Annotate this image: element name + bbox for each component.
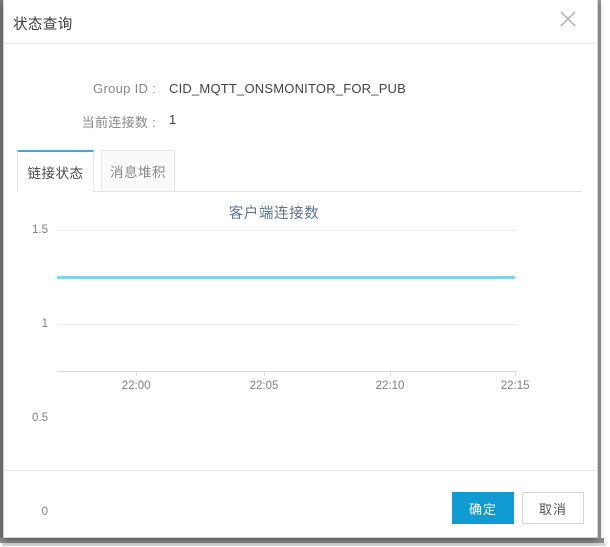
footer-divider: [4, 470, 597, 471]
x-axis-tick-mark: [136, 371, 138, 376]
x-axis-line: 0: [42, 371, 517, 518]
x-axis-tick-label: 22:00: [121, 380, 151, 392]
info-row-group-id: Group ID : CID_MQTT_ONSMONITOR_FOR_PUB: [4, 81, 597, 103]
tab-connection-status[interactable]: 链接状态: [17, 150, 94, 192]
x-axis-tick-label: 22:10: [375, 380, 405, 392]
dialog-header: 状态查询: [4, 0, 597, 44]
connection-count-label: 当前连接数 :: [81, 115, 156, 130]
x-axis-tick-mark: [264, 371, 265, 376]
y-axis-tick-label: 0: [41, 506, 48, 518]
tab-bar: 链接状态 消息堆积: [17, 150, 582, 192]
gridline: 1.5: [32, 224, 517, 236]
connection-count-value: 1: [169, 112, 177, 127]
x-axis-tick-mark: [390, 371, 392, 376]
close-icon[interactable]: [553, 4, 583, 34]
y-axis-tick-label: 0.5: [32, 412, 48, 424]
status-query-dialog: 状态查询 Group ID : CID_MQTT_ONSMONITOR_FOR_…: [3, 0, 598, 538]
confirm-button[interactable]: 确定: [452, 492, 514, 524]
cancel-button[interactable]: 取消: [522, 492, 584, 524]
y-axis-tick-label: 1: [41, 318, 48, 330]
chart-title: 客户端连接数: [228, 206, 320, 222]
group-id-value: CID_MQTT_ONSMONITOR_FOR_PUB: [169, 81, 407, 96]
gridline: 0.5: [32, 324, 517, 424]
y-axis-tick-label: 1.5: [32, 224, 48, 236]
x-axis-tick-mark: [515, 371, 517, 376]
tab-message-backlog[interactable]: 消息堆积: [101, 150, 175, 192]
x-axis-tick-label: 22:15: [500, 380, 530, 392]
group-id-label: Group ID :: [93, 81, 156, 96]
x-axis-tick-label: 22:05: [249, 380, 279, 392]
window-shadow: [2, 543, 606, 546]
chart-series-line: [57, 275, 516, 279]
page-title: 状态查询: [13, 17, 73, 33]
info-row-connection-count: 当前连接数 : 1: [4, 112, 597, 134]
connection-chart: 客户端连接数 0 0.5 1 1.5 22:00 22:05 22:10 22:15: [4, 192, 599, 518]
chart-plot-area: 0 0.5 1 1.5 22:00 22:05 22:10 22:15: [32, 224, 530, 518]
